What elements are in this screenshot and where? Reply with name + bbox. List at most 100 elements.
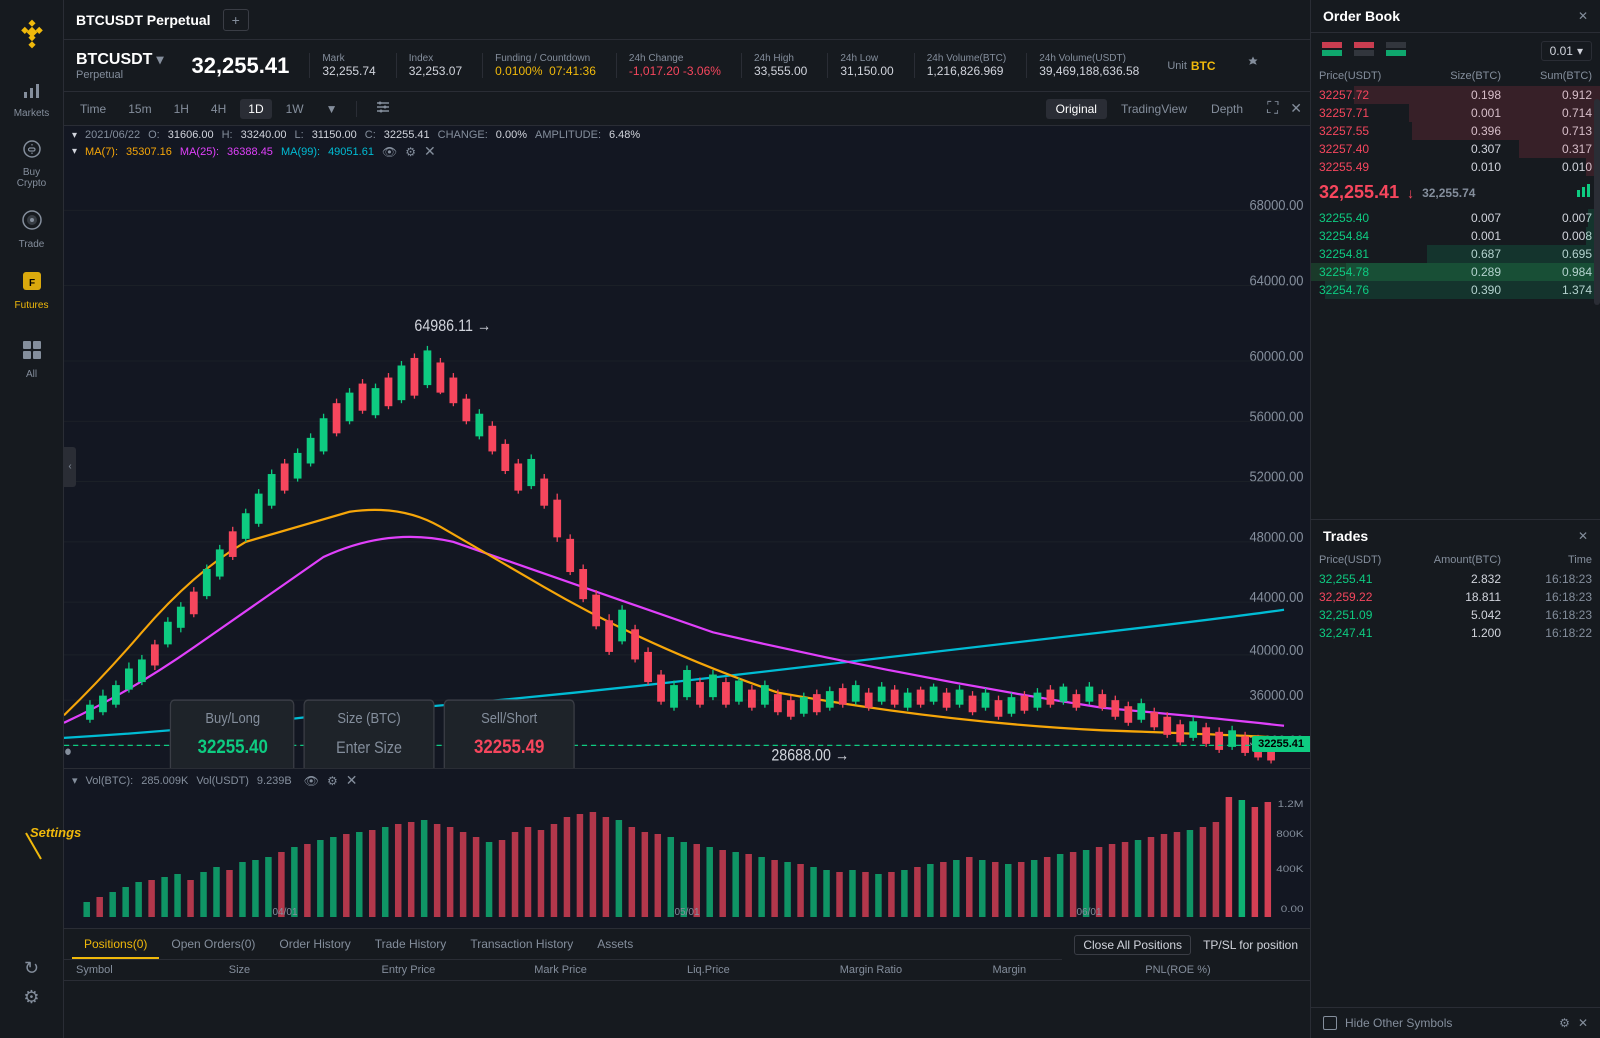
- volume-settings-icon[interactable]: ⚙: [327, 774, 338, 788]
- ask-row-3[interactable]: 32257.55 0.396 0.713: [1311, 122, 1600, 140]
- svg-text:800K: 800K: [1276, 830, 1303, 839]
- ob-view-sell[interactable]: [1351, 39, 1377, 62]
- trades-close-button[interactable]: ✕: [1578, 529, 1588, 543]
- expand-chart-button[interactable]: ⛶: [1267, 100, 1278, 118]
- more-intervals-dropdown[interactable]: ▼: [318, 99, 346, 119]
- volume-close-icon[interactable]: ✕: [346, 772, 358, 789]
- interval-4h[interactable]: 4H: [203, 99, 234, 119]
- interval-15m[interactable]: 15m: [120, 99, 159, 119]
- svg-text:●: ●: [64, 742, 72, 759]
- tab-assets[interactable]: Assets: [585, 929, 645, 959]
- price-bar: BTCUSDT ▾ Perpetual 32,255.41 Mark 32,25…: [64, 40, 1310, 92]
- ohlc-row: ▾ 2021/06/22 O: 31606.00 H: 33240.00 L: …: [72, 129, 1302, 141]
- all-icon: [21, 339, 43, 367]
- hide-other-symbols-checkbox[interactable]: [1323, 1016, 1337, 1030]
- tab-order-history[interactable]: Order History: [267, 929, 362, 959]
- trade-row-2[interactable]: 32,259.22 18.811 16:18:23: [1311, 588, 1600, 606]
- markets-label: Markets: [14, 108, 50, 119]
- svg-text:52000.00: 52000.00: [1249, 468, 1303, 485]
- orderbook-scrollbar[interactable]: [1311, 299, 1600, 305]
- interval-1h[interactable]: 1H: [166, 99, 197, 119]
- futures-label: Futures: [15, 300, 49, 311]
- ob-decimal-selector[interactable]: 0.01 ▾: [1541, 41, 1592, 61]
- mid-price-sub: 32,255.74: [1422, 186, 1475, 200]
- sidebar-item-markets[interactable]: Markets: [0, 72, 64, 127]
- tab-depth[interactable]: Depth: [1201, 99, 1253, 119]
- volume-eye-icon[interactable]: 👁: [304, 774, 319, 788]
- chart-settings-btn[interactable]: [367, 96, 399, 121]
- trade-row-4[interactable]: 32,247.41 1.200 16:18:22: [1311, 624, 1600, 642]
- bid-row-2[interactable]: 32254.84 0.001 0.008: [1311, 227, 1600, 245]
- svg-text:Enter Size: Enter Size: [336, 739, 402, 757]
- hide-other-label: Hide Other Symbols: [1345, 1016, 1452, 1030]
- sidebar-item-futures[interactable]: F Futures: [0, 262, 64, 319]
- bid-row-4[interactable]: 32254.78 0.289 0.984: [1311, 263, 1600, 281]
- bid-row-1[interactable]: 32255.40 0.007 0.007: [1311, 209, 1600, 227]
- svg-text:28688.00 →: 28688.00 →: [771, 747, 849, 765]
- sidebar-item-all[interactable]: All: [0, 331, 64, 388]
- ask-row-2[interactable]: 32257.71 0.001 0.714: [1311, 104, 1600, 122]
- orderbook-close-button[interactable]: ✕: [1578, 9, 1588, 23]
- symbol-dropdown-arrow[interactable]: ▾: [156, 51, 163, 68]
- interval-1d[interactable]: 1D: [240, 99, 271, 119]
- ma-close-icon[interactable]: ✕: [424, 143, 436, 160]
- sidebar-item-trade[interactable]: Trade: [0, 201, 64, 258]
- all-label: All: [26, 369, 37, 380]
- bid-row-3[interactable]: 32254.81 0.687 0.695: [1311, 245, 1600, 263]
- tp-sl-btn[interactable]: TP/SL for position: [1203, 938, 1298, 952]
- chart-date: 2021/06/22: [85, 129, 140, 141]
- tab-original[interactable]: Original: [1046, 99, 1107, 119]
- refresh-button[interactable]: ↻: [24, 958, 39, 979]
- trade-row-3[interactable]: 32,251.09 5.042 16:18:23: [1311, 606, 1600, 624]
- index-price-stat: Index 32,253.07: [396, 53, 462, 78]
- time-label: Time: [72, 99, 114, 119]
- svg-text:32255.40: 32255.40: [198, 735, 268, 758]
- svg-text:400K: 400K: [1276, 865, 1303, 874]
- funding-stat: Funding / Countdown 0.0100% 07:41:36: [482, 53, 596, 78]
- symbol-info: BTCUSDT ▾ Perpetual: [76, 51, 163, 81]
- tab-open-orders[interactable]: Open Orders(0): [159, 929, 267, 959]
- close-chart-button[interactable]: ✕: [1290, 100, 1302, 117]
- tab-trade-history[interactable]: Trade History: [363, 929, 459, 959]
- ask-row-1[interactable]: 32257.72 0.198 0.912: [1311, 86, 1600, 104]
- svg-text:Buy/Long: Buy/Long: [205, 709, 260, 726]
- trades-title: Trades: [1323, 528, 1368, 544]
- sidebar-item-buy-crypto[interactable]: BuyCrypto: [0, 131, 64, 197]
- symbol-type: Perpetual: [76, 69, 163, 81]
- settings-button[interactable]: ⚙: [23, 987, 39, 1008]
- add-tab-button[interactable]: +: [223, 9, 249, 31]
- bar-chart-icon[interactable]: [1576, 182, 1592, 203]
- trade-icon: [21, 209, 43, 237]
- futures-icon: F: [21, 270, 43, 298]
- ob-view-both[interactable]: [1319, 39, 1345, 62]
- svg-text:68000.00: 68000.00: [1249, 196, 1303, 213]
- candlestick-chart[interactable]: 68000.00 64000.00 60000.00 56000.00 5200…: [64, 165, 1310, 768]
- chart-info-bar: ▾ 2021/06/22 O: 31606.00 H: 33240.00 L: …: [64, 126, 1310, 165]
- tab-positions[interactable]: Positions(0): [72, 929, 159, 959]
- trades-settings-icon[interactable]: ⚙: [1559, 1016, 1570, 1030]
- interval-1w[interactable]: 1W: [278, 99, 312, 119]
- ask-row-4[interactable]: 32257.40 0.307 0.317: [1311, 140, 1600, 158]
- bid-row-5[interactable]: 32254.76 0.390 1.374: [1311, 281, 1600, 299]
- trade-row-1[interactable]: 32,255.41 2.832 16:18:23: [1311, 570, 1600, 588]
- price-settings-icon[interactable]: [1244, 55, 1262, 76]
- close-all-positions-btn[interactable]: Close All Positions: [1074, 935, 1191, 955]
- col-liq: Liq.Price: [687, 964, 840, 976]
- chart-collapse-handle[interactable]: ‹: [64, 447, 76, 487]
- ask-row-5[interactable]: 32255.49 0.010 0.010: [1311, 158, 1600, 176]
- trades-section: Trades ✕ Price(USDT) Amount(BTC) Time 32…: [1311, 519, 1600, 1038]
- ob-view-buy[interactable]: [1383, 39, 1409, 62]
- ma-eye-icon[interactable]: 👁: [382, 145, 397, 159]
- trades-close-icon[interactable]: ✕: [1578, 1016, 1588, 1030]
- logo[interactable]: [0, 8, 64, 60]
- tab-transaction-history[interactable]: Transaction History: [458, 929, 585, 959]
- vol-btc-label: Vol(BTC):: [86, 775, 134, 787]
- svg-text:32255.49: 32255.49: [474, 735, 544, 758]
- symbol-name[interactable]: BTCUSDT ▾: [76, 51, 163, 69]
- orderbook-asks: 32257.72 0.198 0.912 32257.71 0.001 0.71…: [1311, 86, 1600, 176]
- ma-settings-icon[interactable]: ⚙: [405, 145, 416, 159]
- unit-selector[interactable]: Unit BTC: [1167, 59, 1215, 73]
- volume-chart: 1.2M 800K 400K 0.00: [64, 792, 1310, 922]
- tab-tradingview[interactable]: TradingView: [1111, 99, 1197, 119]
- bottom-panel: Positions(0) Open Orders(0) Order Histor…: [64, 928, 1310, 1038]
